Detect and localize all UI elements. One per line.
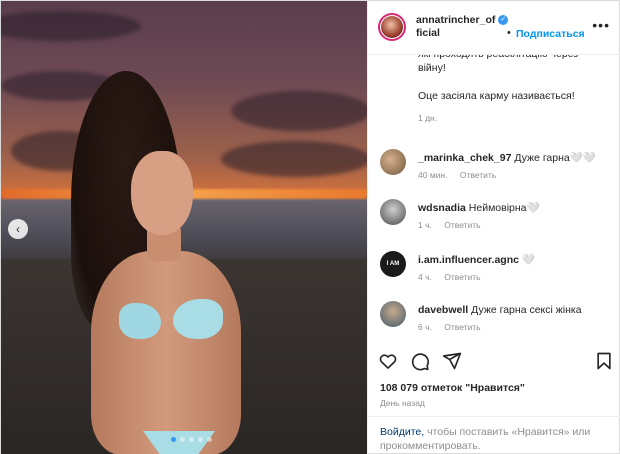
comment-meta: 1 ч. Ответить <box>418 220 481 230</box>
separator: • <box>507 27 511 39</box>
swimsuit-top-right <box>173 299 223 339</box>
comment-time: 6 ч. <box>418 322 432 332</box>
post-caption: які проходять реабілітацію через війну! … <box>418 55 608 125</box>
comment-time: 40 мин. <box>418 170 448 180</box>
comments-list[interactable]: які проходять реабілітацію через війну! … <box>368 55 620 347</box>
carousel-dot <box>189 437 194 442</box>
reply-button[interactable]: Ответить <box>460 170 496 180</box>
comment-item: I AM i.am.influencer.agnc 🤍 4 ч. Ответит… <box>368 251 620 299</box>
post-photo[interactable]: ‹ <box>1 1 367 454</box>
comment-meta: 6 ч. Ответить <box>418 322 481 332</box>
carousel-dots <box>171 437 212 442</box>
comment-item: wdsnadia Неймовірна🤍 1 ч. Ответить <box>368 199 620 247</box>
comment-item: _marinka_chek_97 Дуже гарна🤍🤍 40 мин. От… <box>368 149 620 197</box>
comment-text: Дуже гарна сексі жінка <box>471 304 582 316</box>
comment-body: i.am.influencer.agnc 🤍 <box>418 254 608 267</box>
username-part: ficial <box>416 27 440 39</box>
comment-username[interactable]: wdsnadia <box>418 202 466 214</box>
reply-button[interactable]: Ответить <box>444 272 480 282</box>
post-side-panel: annatrincher_of ✓ ficial • Подписаться •… <box>367 1 620 454</box>
username-part: annatrincher_of <box>416 14 496 26</box>
carousel-dot <box>207 437 212 442</box>
comment-username[interactable]: i.am.influencer.agnc <box>418 254 519 266</box>
comment-text: 🤍 <box>521 254 535 266</box>
paper-plane-icon[interactable] <box>442 351 462 371</box>
avatar[interactable]: I AM <box>380 251 406 277</box>
photo-person <box>61 71 241 454</box>
comment-text: Дуже гарна🤍🤍 <box>514 152 596 164</box>
photo-cloud <box>231 91 367 131</box>
avatar[interactable] <box>380 149 406 175</box>
comment-body: _marinka_chek_97 Дуже гарна🤍🤍 <box>418 152 608 165</box>
carousel-dot <box>198 437 203 442</box>
comment-bubble-icon[interactable] <box>410 351 430 371</box>
comment-time: 1 ч. <box>418 220 432 230</box>
post-header: annatrincher_of ✓ ficial • Подписаться •… <box>368 1 620 55</box>
caption-text: Оце засіяла карму називається! <box>418 90 575 102</box>
swimsuit-top-left <box>119 303 161 339</box>
avatar[interactable] <box>378 13 406 41</box>
more-horizontal-icon[interactable]: ••• <box>592 17 610 33</box>
comment-meta: 4 ч. Ответить <box>418 272 481 282</box>
comment-username[interactable]: _marinka_chek_97 <box>418 152 511 164</box>
photo-cloud <box>221 141 367 177</box>
comment-username[interactable]: davebwell <box>418 304 468 316</box>
avatar[interactable] <box>380 199 406 225</box>
carousel-dot <box>180 437 185 442</box>
comment-text: Неймовірна🤍 <box>468 202 540 214</box>
instagram-post: ‹ annatrincher_of ✓ ficial • Подписаться… <box>0 0 620 454</box>
chevron-left-icon[interactable]: ‹ <box>8 219 28 239</box>
post-actions <box>368 347 620 377</box>
likes-count[interactable]: 108 079 отметок "Нравится" <box>380 382 525 394</box>
login-prompt: Войдите, чтобы поставить «Нравится» или … <box>368 416 620 454</box>
login-link[interactable]: Войдите, <box>380 426 424 438</box>
reply-button[interactable]: Ответить <box>444 220 480 230</box>
caption-time: 1 дн. <box>418 113 438 123</box>
person-torso <box>91 251 241 454</box>
follow-button[interactable]: Подписаться <box>516 28 585 40</box>
comment-body: wdsnadia Неймовірна🤍 <box>418 202 608 215</box>
verified-badge-icon: ✓ <box>498 15 509 26</box>
photo-cloud <box>1 11 141 41</box>
reply-button[interactable]: Ответить <box>444 322 480 332</box>
post-date[interactable]: День назад <box>380 398 425 408</box>
comment-item: davebwell Дуже гарна сексі жінка 6 ч. От… <box>368 301 620 347</box>
carousel-dot <box>171 437 176 442</box>
person-face <box>131 151 193 235</box>
caption-text: які проходять реабілітацію через війну! <box>418 55 578 74</box>
heart-outline-icon[interactable] <box>378 351 398 371</box>
comment-body: davebwell Дуже гарна сексі жінка <box>418 304 608 317</box>
comment-meta: 40 мин. Ответить <box>418 170 496 180</box>
bookmark-icon[interactable] <box>594 351 614 371</box>
avatar[interactable] <box>380 301 406 327</box>
comment-time: 4 ч. <box>418 272 432 282</box>
